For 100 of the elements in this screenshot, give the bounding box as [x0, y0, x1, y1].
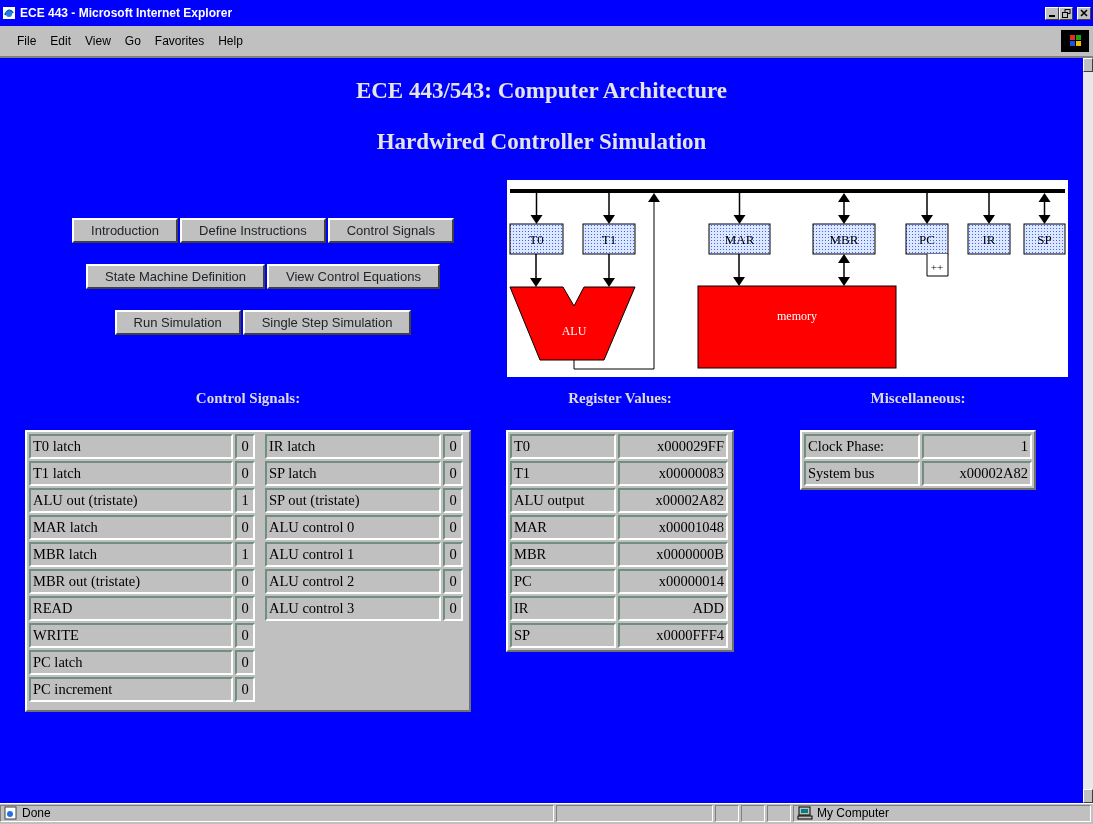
signal-label: ALU out (tristate)	[29, 487, 233, 513]
nav-button[interactable]: Run Simulation	[114, 310, 241, 335]
signal-value: 0	[443, 541, 463, 567]
signal-value: 0	[235, 460, 255, 486]
status-panel	[767, 804, 791, 822]
signal-label: T1 latch	[29, 460, 233, 486]
signal-label: ALU control 0	[265, 514, 441, 540]
signal-value: x0000000B	[618, 541, 728, 567]
register-box: MAR	[708, 223, 771, 255]
scroll-up-button[interactable]	[1083, 58, 1093, 72]
signal-label: PC latch	[29, 649, 233, 675]
nav-button[interactable]: Introduction	[72, 218, 179, 243]
signal-label: WRITE	[29, 622, 233, 648]
signal-label: ALU control 2	[265, 568, 441, 594]
arrow	[530, 253, 542, 287]
window-title: ECE 443 - Microsoft Internet Explorer	[20, 5, 233, 22]
page-icon	[4, 806, 18, 820]
signal-value: 0	[443, 595, 463, 621]
signal-value: 1	[922, 433, 1032, 459]
menu-item[interactable]: File	[10, 32, 44, 50]
signal-value: x0000FFF4	[618, 622, 728, 648]
browser-icon	[2, 6, 16, 20]
signal-label: System bus	[804, 460, 920, 486]
status-panel	[715, 804, 739, 822]
signal-value: x00001048	[618, 514, 728, 540]
menu-item[interactable]: Edit	[43, 32, 79, 50]
signal-label: T0	[510, 433, 616, 459]
signal-value: 1	[235, 487, 255, 513]
register-box: T0	[509, 223, 564, 255]
signal-value: x00000083	[618, 460, 728, 486]
signal-value: 0	[235, 649, 255, 675]
signal-value: 0	[235, 676, 255, 702]
signal-label: SP latch	[265, 460, 441, 486]
signal-label: ALU control 3	[265, 595, 441, 621]
signal-value: 0	[443, 487, 463, 513]
signal-label: T1	[510, 460, 616, 486]
signal-label: ALU output	[510, 487, 616, 513]
menu-item[interactable]: View	[78, 32, 118, 50]
signal-value: 0	[235, 622, 255, 648]
alu-shape: ALU	[509, 286, 636, 361]
close-icon	[1080, 9, 1088, 17]
menu-item[interactable]: Go	[117, 32, 148, 50]
arrow	[838, 254, 850, 286]
arrow	[603, 253, 615, 287]
signal-label: SP	[510, 622, 616, 648]
nav-button[interactable]: View Control Equations	[267, 264, 440, 289]
signal-label: READ	[29, 595, 233, 621]
signal-label: IR	[510, 595, 616, 621]
status-panel	[741, 804, 765, 822]
signal-label: T0 latch	[29, 433, 233, 459]
register-box: MBR	[812, 223, 876, 255]
nav-button[interactable]: Single Step Simulation	[242, 310, 412, 335]
status-text: Done	[22, 805, 51, 822]
signal-label: SP out (tristate)	[265, 487, 441, 513]
nav-button[interactable]: State Machine Definition	[86, 264, 265, 289]
signal-value: 0	[443, 433, 463, 459]
menu-item[interactable]: Help	[211, 32, 250, 50]
restore-button[interactable]	[1059, 6, 1073, 20]
nav-button[interactable]: Control Signals	[327, 218, 454, 243]
signal-label: IR latch	[265, 433, 441, 459]
register-box: IR	[967, 223, 1011, 255]
signal-label: Clock Phase:	[804, 433, 920, 459]
signal-value: x00002A82	[618, 487, 728, 513]
minimize-button[interactable]	[1045, 6, 1059, 20]
zone-label: My Computer	[817, 805, 890, 822]
signal-value: 0	[235, 568, 255, 594]
signal-value: 0	[443, 568, 463, 594]
scrollbar[interactable]	[1083, 58, 1093, 803]
section-heading: Control Signals:	[194, 389, 302, 408]
scroll-down-button[interactable]	[1083, 789, 1093, 803]
register-box: T1	[582, 223, 636, 255]
close-button[interactable]	[1077, 6, 1091, 20]
signal-label: PC increment	[29, 676, 233, 702]
register-box: SP	[1023, 223, 1066, 255]
signal-value: x00000014	[618, 568, 728, 594]
signal-value: x00002A82	[922, 460, 1032, 486]
signal-value: 0	[235, 514, 255, 540]
signal-label: MAR latch	[29, 514, 233, 540]
incrementer-box: ++	[926, 253, 949, 277]
nav-button[interactable]: Define Instructions	[180, 218, 326, 243]
signal-label: MBR latch	[29, 541, 233, 567]
arrow	[733, 253, 745, 286]
signal-value: 0	[235, 595, 255, 621]
signal-label: MBR	[510, 541, 616, 567]
page-subtitle: Hardwired Controller Simulation	[375, 127, 708, 156]
signal-value: 1	[235, 541, 255, 567]
signal-value: 0	[443, 460, 463, 486]
memory-block: memory	[697, 285, 897, 369]
section-heading: Register Values:	[567, 389, 673, 408]
signal-label: MBR out (tristate)	[29, 568, 233, 594]
register-box: PC	[905, 223, 949, 255]
signal-value: 0	[235, 433, 255, 459]
signal-label: ALU control 1	[265, 541, 441, 567]
signal-value: x000029FF	[618, 433, 728, 459]
menu-item[interactable]: Favorites	[147, 32, 212, 50]
computer-icon	[797, 806, 813, 820]
section-heading: Miscellaneous:	[869, 389, 967, 408]
signal-label: MAR	[510, 514, 616, 540]
windows-logo-icon	[1061, 30, 1089, 52]
page-title: ECE 443/543: Computer Architecture	[354, 77, 729, 105]
